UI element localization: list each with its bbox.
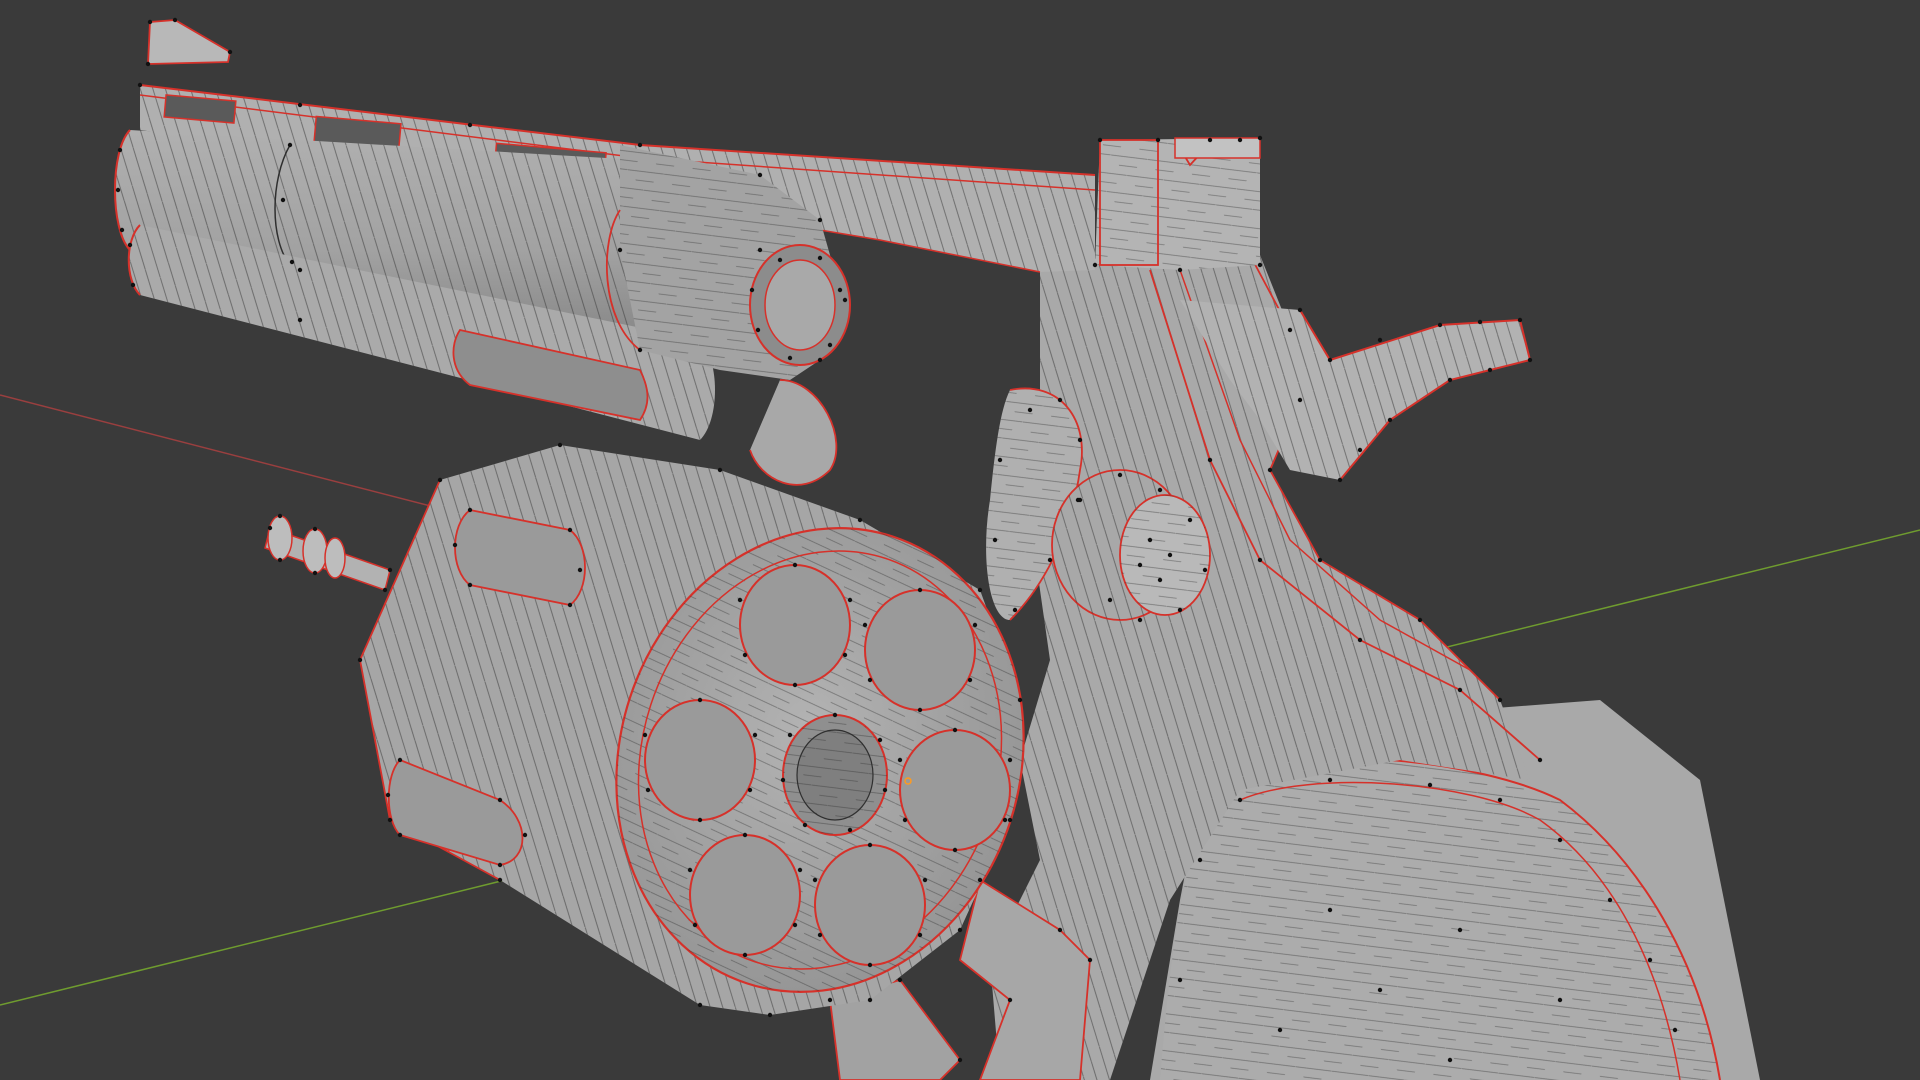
- chamber: [739, 564, 851, 686]
- rear-sight[interactable]: [1095, 137, 1261, 270]
- chamber: [899, 729, 1011, 851]
- chamber: [689, 834, 801, 956]
- front-sight: [147, 19, 232, 65]
- 3d-viewport[interactable]: [0, 0, 1920, 1080]
- chamber: [814, 844, 926, 966]
- chamber: [644, 699, 756, 821]
- ejector-rod[interactable]: [264, 515, 391, 591]
- chamber: [864, 589, 976, 711]
- revolver-mesh[interactable]: [114, 17, 1760, 1080]
